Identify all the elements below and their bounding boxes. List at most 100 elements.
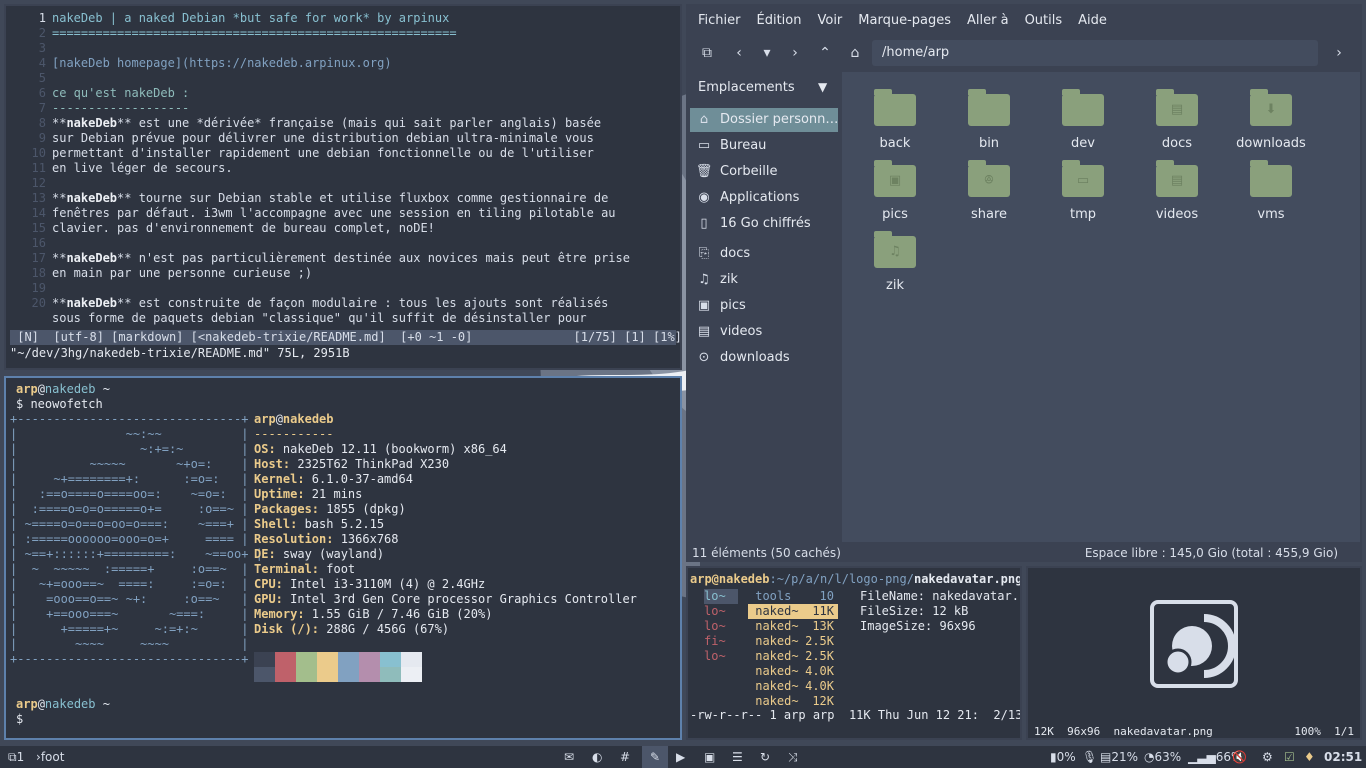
place-downloads[interactable]: ⊙ downloads: [690, 346, 838, 370]
place-dossierpersonn[interactable]: ⌂ Dossier personn…: [690, 108, 838, 132]
settings-icon[interactable]: ⚙: [1262, 746, 1273, 768]
editor-line[interactable]: 16: [6, 236, 52, 251]
folder-tmp[interactable]: ▭ tmp: [1038, 160, 1128, 231]
menu-aller[interactable]: Aller à: [967, 13, 1009, 28]
image-icon[interactable]: ▣: [704, 746, 715, 768]
image-viewer-window[interactable]: 12K 96x96 nakedavatar.png 100% 1/1: [1026, 566, 1362, 740]
lf-parent-entry[interactable]: lo~: [704, 604, 726, 619]
mail-icon[interactable]: ✉: [564, 746, 574, 768]
menu-fichier[interactable]: Fichier: [698, 13, 741, 28]
editor-line[interactable]: 3: [6, 41, 52, 56]
folder-docs[interactable]: ▤ docs: [1132, 89, 1222, 160]
refresh-icon[interactable]: ↻: [760, 746, 770, 768]
folder-dev[interactable]: dev: [1038, 89, 1128, 160]
place-zik[interactable]: ♫ zik: [690, 268, 838, 292]
place-docs[interactable]: ⎘ docs: [690, 242, 838, 266]
terminal-prompt-line: arp@nakedeb ~: [16, 382, 110, 396]
line-text: -------------------: [52, 101, 190, 115]
lf-file-entry[interactable]: naked~ 4.0K: [748, 679, 838, 694]
editor-line[interactable]: 13 **nakeDeb** tourne sur Debian stable e…: [6, 191, 609, 206]
editor-line[interactable]: 1 nakeDeb | a naked Debian *but safe for …: [6, 11, 450, 26]
info-row: Shell: bash 5.2.15: [254, 517, 385, 531]
lf-parent-entry[interactable]: lo~: [704, 619, 726, 634]
menu-dition[interactable]: Édition: [757, 13, 802, 28]
terminal-input[interactable]: $: [16, 712, 23, 727]
place-videos[interactable]: ▤ videos: [690, 320, 838, 344]
file-manager-window[interactable]: Fichier Édition Voir Marque-pages Aller à Out…: [686, 4, 1362, 562]
check-icon[interactable]: ☑: [1284, 746, 1295, 768]
editor-line[interactable]: 7 -------------------: [6, 101, 190, 116]
editor-line[interactable]: 14 fenêtres par défaut. i3wm l'accompagne…: [6, 206, 616, 221]
folder-back[interactable]: back: [850, 89, 940, 160]
browser-icon[interactable]: ◐: [592, 746, 602, 768]
menu-voir[interactable]: Voir: [817, 13, 842, 28]
folder-share[interactable]: ꔮ share: [944, 160, 1034, 231]
place-applications[interactable]: ◉ Applications: [690, 186, 838, 210]
back-icon[interactable]: ‹: [726, 40, 752, 66]
editor-commandline[interactable]: "~/dev/3hg/nakedeb-trixie/README.md" 75L…: [10, 346, 350, 361]
editor-line[interactable]: 9 sur Debian prévue pour délivrer une dis…: [6, 131, 594, 146]
editor-line[interactable]: 4 [nakeDeb homepage](https://nakedeb.arpi…: [6, 56, 392, 71]
editor-line[interactable]: 10 permettant d'installer rapidement une …: [6, 146, 594, 161]
home-button-icon[interactable]: ⌂: [842, 40, 868, 66]
video-icon[interactable]: ▶: [676, 746, 685, 768]
editor-line[interactable]: 12: [6, 176, 52, 191]
lf-parent-entry[interactable]: fi~: [704, 634, 726, 649]
shuffle-icon[interactable]: ⤨: [788, 746, 798, 768]
editor-window[interactable]: 1 nakeDeb | a naked Debian *but safe for …: [4, 4, 682, 370]
go-icon[interactable]: ›: [1326, 40, 1352, 66]
info-row: Host: 2325T62 ThinkPad X230: [254, 457, 450, 471]
editor-line[interactable]: 11 en live léger de secours.: [6, 161, 233, 176]
volume-muted-icon[interactable]: 🔇: [1232, 746, 1247, 768]
lf-file-entry[interactable]: naked~ 2.5K: [748, 649, 838, 664]
lf-window[interactable]: arp@nakedeb:~/p/a/n/l/logo-png/nakedavat…: [686, 566, 1022, 740]
lf-parent-entry[interactable]: lo~: [704, 649, 726, 664]
terminal-window[interactable]: arp@nakedeb ~ $ neowofetch +------------…: [4, 376, 682, 740]
menu-aide[interactable]: Aide: [1078, 13, 1107, 28]
bulb-icon[interactable]: ♦: [1304, 746, 1315, 768]
editor-line[interactable]: sous forme de paquets debian "classique"…: [6, 311, 587, 326]
menu-outils[interactable]: Outils: [1025, 13, 1063, 28]
places-dropdown-icon[interactable]: ▼: [818, 80, 827, 94]
files-icon[interactable]: ☰: [732, 746, 743, 768]
history-dropdown-icon[interactable]: ▾: [754, 40, 780, 66]
editor-line[interactable]: 6 ce qu'est nakeDeb :: [6, 86, 190, 101]
folder-bin[interactable]: bin: [944, 89, 1034, 160]
folder-zik[interactable]: ♫ zik: [850, 231, 940, 302]
folder-videos[interactable]: ▤ videos: [1132, 160, 1222, 231]
file-view[interactable]: back bin dev ▤ docs ⬇ downloads ▣ pics ꔮ share ▭ tmp…: [842, 72, 1360, 542]
folder-pics[interactable]: ▣ pics: [850, 160, 940, 231]
lf-file-entry[interactable]: naked~ 4.0K: [748, 664, 838, 679]
up-icon[interactable]: ⌃: [812, 40, 838, 66]
workspace-indicator[interactable]: ⧉1: [8, 746, 24, 768]
irc-icon[interactable]: #: [620, 746, 630, 768]
forward-icon[interactable]: ›: [782, 40, 808, 66]
place-corbeille[interactable]: 🗑 Corbeille: [690, 160, 838, 184]
editor-launcher-icon[interactable]: ✎: [642, 746, 668, 768]
lf-parent-entry[interactable]: lo~: [704, 589, 738, 604]
new-tab-icon[interactable]: ⧉: [694, 40, 720, 66]
editor-line[interactable]: 18 en main par une personne curieuse ;): [6, 266, 313, 281]
place-pics[interactable]: ▣ pics: [690, 294, 838, 318]
editor-line[interactable]: 15 clavier. pas d'environnement de bureau…: [6, 221, 435, 236]
editor-line[interactable]: 5: [6, 71, 52, 86]
folder-downloads[interactable]: ⬇ downloads: [1226, 89, 1316, 160]
line-number: 8: [38, 116, 46, 130]
lf-file-entry[interactable]: naked~ 11K: [748, 604, 838, 619]
editor-line[interactable]: 8 **nakeDeb** est une *dérivée* française…: [6, 116, 601, 131]
lf-file-entry[interactable]: naked~ 2.5K: [748, 634, 838, 649]
location-bar[interactable]: /home/arp: [872, 40, 1318, 66]
menu-marquepages[interactable]: Marque-pages: [858, 13, 951, 28]
mic-icon[interactable]: 🎙: [1082, 746, 1097, 768]
line-text: fenêtres par défaut. i3wm l'accompagne a…: [52, 206, 616, 220]
place-bureau[interactable]: ▭ Bureau: [690, 134, 838, 158]
lf-file-entry[interactable]: naked~ 12K: [748, 694, 838, 709]
place-16gochiffrs[interactable]: ▯ 16 Go chiffrés: [690, 212, 838, 236]
editor-line[interactable]: 19: [6, 281, 52, 296]
folder-vms[interactable]: vms: [1226, 160, 1316, 231]
editor-line[interactable]: 2 =======================================…: [6, 26, 457, 41]
editor-line[interactable]: 17 **nakeDeb** n'est pas particulièrement…: [6, 251, 630, 266]
lf-file-entry[interactable]: naked~ 13K: [748, 619, 838, 634]
editor-line[interactable]: 20 **nakeDeb** est construite de façon mo…: [6, 296, 609, 311]
lf-file-entry[interactable]: tools 10: [748, 589, 838, 604]
